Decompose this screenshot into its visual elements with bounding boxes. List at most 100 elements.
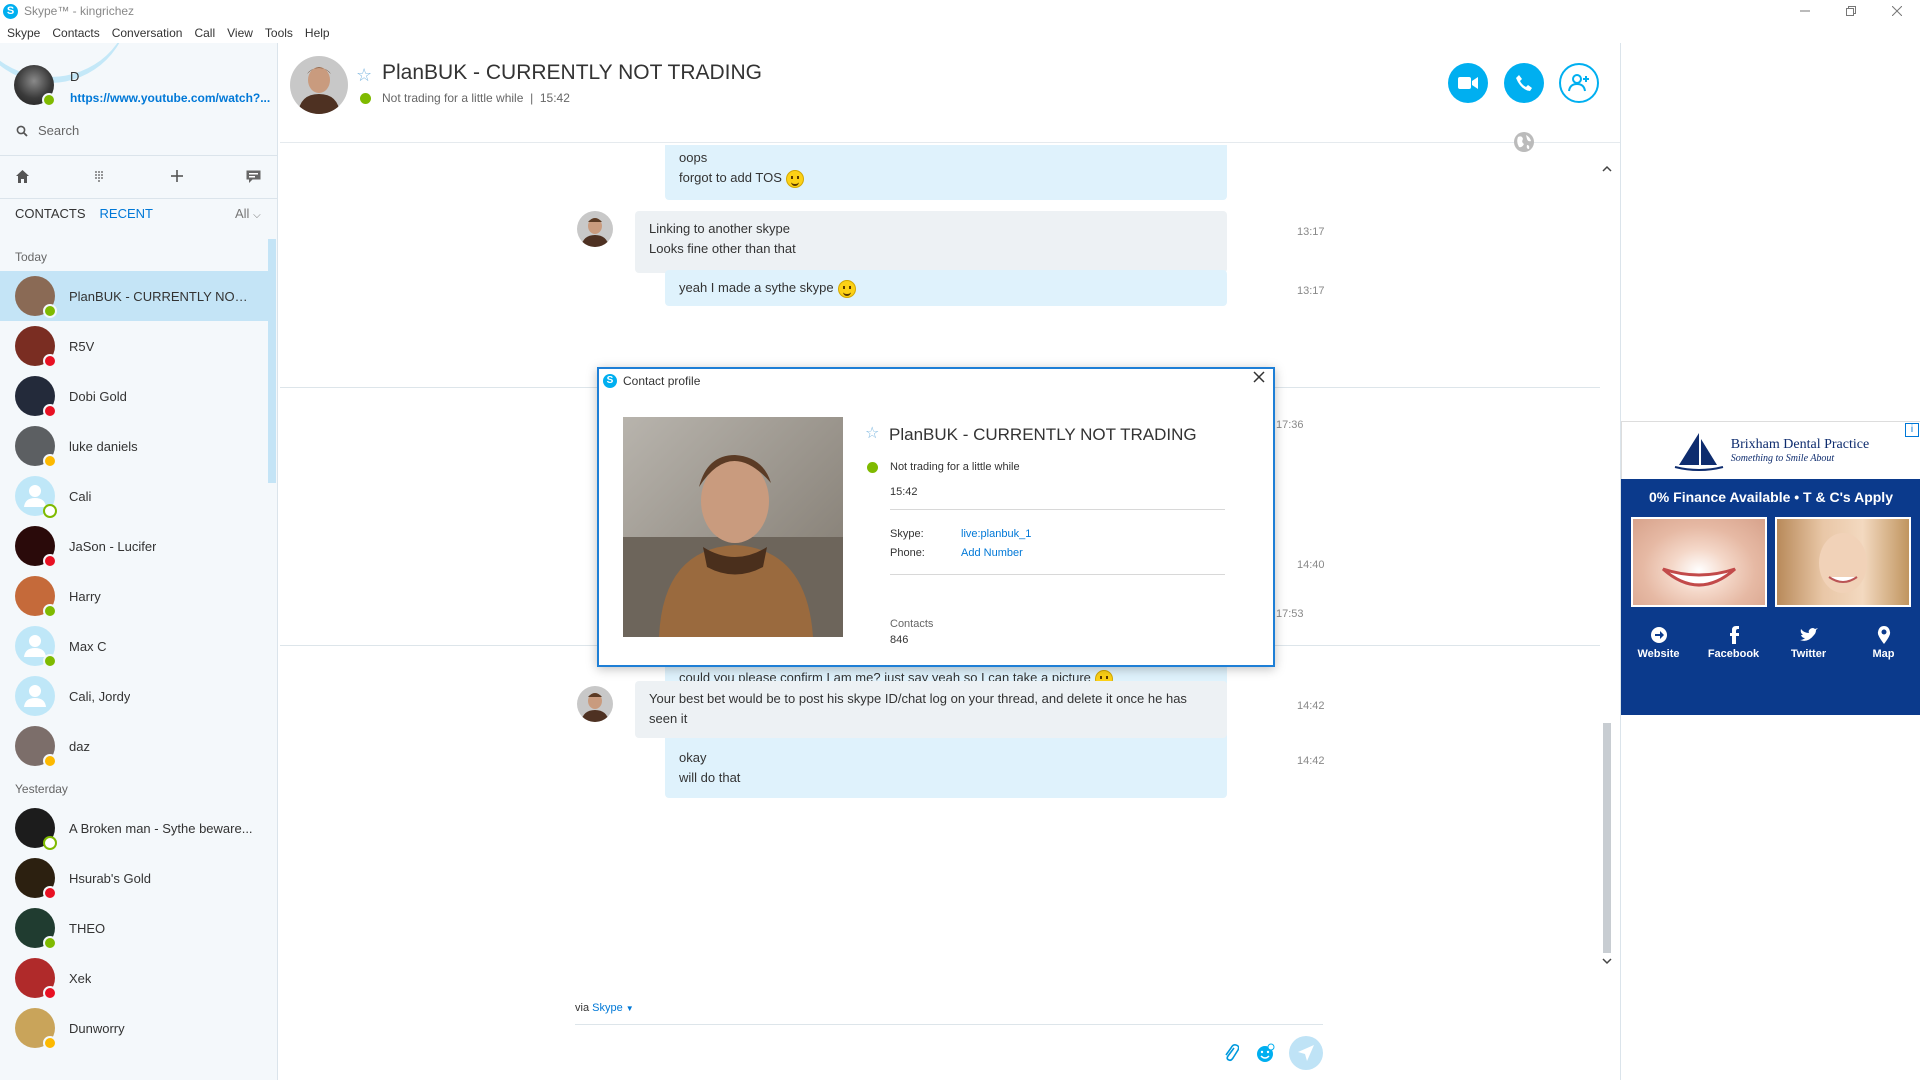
- menu-tools[interactable]: Tools: [265, 26, 293, 40]
- list-item[interactable]: Cali: [0, 471, 268, 521]
- list-item[interactable]: R5V: [0, 321, 268, 371]
- via-selector[interactable]: via Skype ▼: [575, 1002, 1323, 1014]
- restore-button[interactable]: [1828, 0, 1874, 22]
- close-dialog-button[interactable]: [1253, 371, 1265, 383]
- contact-avatar[interactable]: [15, 426, 57, 468]
- ad-link-website[interactable]: Website: [1621, 624, 1696, 660]
- skype-logo-icon: S: [603, 374, 617, 388]
- scroll-down-icon[interactable]: [1600, 956, 1614, 966]
- list-item[interactable]: Xek: [0, 953, 268, 1003]
- contact-avatar[interactable]: [15, 1008, 57, 1050]
- new-group-button[interactable]: [246, 170, 261, 183]
- list-item[interactable]: Cali, Jordy: [0, 671, 268, 721]
- contact-avatar[interactable]: [15, 626, 57, 668]
- favorite-star-icon[interactable]: ☆: [865, 423, 879, 443]
- search-input[interactable]: Search: [38, 123, 79, 138]
- message-text: Linking to another skype: [649, 221, 790, 236]
- filter-dropdown[interactable]: All ⌵: [235, 206, 261, 221]
- menu-view[interactable]: View: [227, 26, 253, 40]
- advertisement[interactable]: i Brixham Dental Practice Something to S…: [1621, 421, 1920, 715]
- conversation-scrollbar[interactable]: [1600, 160, 1614, 970]
- skype-label: Skype:: [890, 528, 924, 540]
- favorite-star-icon[interactable]: ☆: [356, 65, 372, 86]
- menu-conversation[interactable]: Conversation: [112, 26, 183, 40]
- via-service[interactable]: Skype: [592, 1002, 623, 1014]
- contact-avatar[interactable]: [15, 858, 57, 900]
- contact-avatar[interactable]: [15, 908, 57, 950]
- contact-avatar[interactable]: [15, 476, 57, 518]
- list-item[interactable]: Dobi Gold: [0, 371, 268, 421]
- restore-icon: [1846, 6, 1856, 16]
- menu-skype[interactable]: Skype: [7, 26, 40, 40]
- dialpad-icon: [95, 171, 103, 182]
- list-item[interactable]: Max C: [0, 621, 268, 671]
- menu-help[interactable]: Help: [305, 26, 330, 40]
- audio-call-button[interactable]: [1504, 63, 1544, 103]
- skype-id-link[interactable]: live:planbuk_1: [961, 528, 1031, 540]
- list-item[interactable]: Dunworry: [0, 1003, 268, 1053]
- list-item[interactable]: Hsurab's Gold: [0, 853, 268, 903]
- attach-button[interactable]: [1223, 1043, 1239, 1063]
- list-item[interactable]: A Broken man - Sythe beware...: [0, 803, 268, 853]
- profile-photo: [623, 417, 843, 637]
- menu-call[interactable]: Call: [194, 26, 215, 40]
- list-item[interactable]: Harry: [0, 571, 268, 621]
- close-window-button[interactable]: [1874, 0, 1920, 22]
- list-item[interactable]: luke daniels: [0, 421, 268, 471]
- divider: [890, 509, 1225, 510]
- map-icon: [1846, 624, 1920, 646]
- add-contact-button[interactable]: [171, 170, 183, 182]
- ad-link-facebook[interactable]: Facebook: [1696, 624, 1771, 660]
- contact-avatar[interactable]: [15, 958, 57, 1000]
- conversation-title: PlanBUK - CURRENTLY NOT TRADING: [382, 61, 763, 84]
- window-controls: [1782, 0, 1920, 22]
- contact-avatar[interactable]: [15, 376, 57, 418]
- dialpad-button[interactable]: [94, 170, 104, 183]
- ad-link-twitter[interactable]: Twitter: [1771, 624, 1846, 660]
- scroll-up-icon[interactable]: [1600, 164, 1614, 174]
- video-call-button[interactable]: [1448, 63, 1488, 103]
- my-mood-link[interactable]: https://www.youtube.com/watch?...: [70, 91, 270, 105]
- phone-label: Phone:: [890, 547, 925, 559]
- ad-link-map[interactable]: Map: [1846, 624, 1920, 660]
- presence-online-icon: [43, 304, 57, 318]
- chevron-down-icon: ⌵: [253, 210, 261, 221]
- contact-avatar[interactable]: [15, 326, 57, 368]
- list-item[interactable]: daz: [0, 721, 268, 771]
- minimize-button[interactable]: [1782, 0, 1828, 22]
- presence-online-icon: [43, 936, 57, 950]
- list-item[interactable]: JaSon - Lucifer: [0, 521, 268, 571]
- add-number-link[interactable]: Add Number: [961, 547, 1023, 559]
- tab-contacts[interactable]: CONTACTS: [15, 206, 86, 221]
- add-people-button[interactable]: [1559, 63, 1599, 103]
- incoming-message: Your best bet would be to post his skype…: [635, 681, 1227, 738]
- emoticon-button[interactable]: [1255, 1043, 1275, 1063]
- scrollbar-thumb[interactable]: [1603, 723, 1611, 953]
- contact-avatar[interactable]: [15, 676, 55, 716]
- profile-name: PlanBUK - CURRENTLY NOT TRADING: [889, 425, 1197, 444]
- contact-avatar[interactable]: [15, 808, 57, 850]
- sender-avatar[interactable]: [577, 686, 613, 722]
- ad-photo-woman: [1775, 517, 1911, 607]
- contact-avatar[interactable]: [15, 276, 57, 318]
- send-button[interactable]: [1289, 1036, 1323, 1070]
- my-profile[interactable]: D https://www.youtube.com/watch?...: [14, 65, 270, 107]
- contact-avatar[interactable]: [290, 56, 348, 114]
- sidebar: D https://www.youtube.com/watch?... Sear…: [0, 43, 278, 1080]
- message-line: forgot to add TOS: [679, 168, 1213, 188]
- home-button[interactable]: [16, 170, 29, 183]
- tab-recent[interactable]: RECENT: [100, 206, 153, 221]
- search-box[interactable]: Search: [16, 123, 79, 138]
- section-header: Today: [15, 250, 48, 264]
- ad-tagline: Something to Smile About: [1730, 453, 1835, 464]
- menu-contacts[interactable]: Contacts: [52, 26, 99, 40]
- sender-avatar[interactable]: [577, 211, 613, 247]
- contact-avatar[interactable]: [15, 726, 57, 768]
- contact-avatar[interactable]: [15, 576, 57, 618]
- my-avatar[interactable]: [14, 65, 56, 107]
- contact-avatar[interactable]: [15, 526, 57, 568]
- ad-choices-icon[interactable]: i: [1905, 423, 1919, 437]
- list-item[interactable]: PlanBUK - CURRENTLY NOT T...: [0, 271, 268, 321]
- sidebar-scrollbar[interactable]: [268, 239, 276, 483]
- list-item[interactable]: THEO: [0, 903, 268, 953]
